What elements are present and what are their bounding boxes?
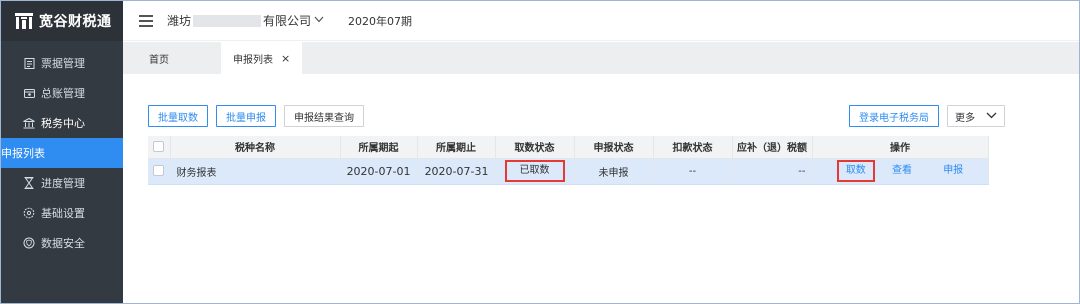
view-action-link[interactable]: 查看 xyxy=(892,165,912,176)
sidebar-item-label: 基础设置 xyxy=(41,207,85,220)
sidebar-menu: 票据管理 总账管理 税务中心 申报列表 进度管理 基础设置 数据安全 xyxy=(1,48,123,258)
tax-name-cell: 财务报表 xyxy=(170,158,341,185)
sidebar-item-ledger[interactable]: 总账管理 xyxy=(1,78,123,108)
hourglass-icon xyxy=(23,177,35,189)
sidebar-item-label: 税务中心 xyxy=(41,117,85,130)
chevron-down-icon xyxy=(986,111,997,122)
tax-office-icon xyxy=(23,117,35,129)
tab-label: 申报列表 xyxy=(233,54,273,66)
sidebar-item-settings[interactable]: 基础设置 xyxy=(1,198,123,228)
declare-status-cell: 未申报 xyxy=(574,158,654,185)
amount-cell: -- xyxy=(732,158,813,185)
select-all-cell[interactable] xyxy=(148,136,171,159)
select-all-checkbox[interactable] xyxy=(153,141,165,152)
col-header: 所属期起 xyxy=(340,136,418,159)
toolbar: 批量取数 批量申报 申报结果查询 xyxy=(148,105,372,127)
more-dropdown[interactable]: 更多 xyxy=(947,105,1005,127)
declare-table: 税种名称 所属期起 所属期止 取数状态 申报状态 扣款状态 应补（退）税额 操作… xyxy=(148,136,989,185)
batch-declare-button[interactable]: 批量申报 xyxy=(216,105,276,127)
row-select-cell[interactable] xyxy=(148,158,171,185)
sidebar-item-label: 申报列表 xyxy=(1,147,45,160)
col-header: 应补（退）税额 xyxy=(732,136,813,159)
company-name-suffix: 有限公司 xyxy=(263,14,312,28)
tab-home[interactable]: 首页 xyxy=(149,42,169,74)
tab-declare-list[interactable]: 申报列表 × xyxy=(221,42,303,74)
sidebar-item-tax-center[interactable]: 税务中心 xyxy=(1,108,123,138)
sidebar-item-label: 票据管理 xyxy=(41,57,85,70)
top-bar: 潍坊 有限公司 2020年07期 xyxy=(123,1,1079,41)
redacted-text xyxy=(193,14,262,27)
period-label: 2020年07期 xyxy=(348,14,413,28)
more-label: 更多 xyxy=(955,112,975,124)
sidebar-item-label: 总账管理 xyxy=(41,87,85,100)
sidebar-item-progress[interactable]: 进度管理 xyxy=(1,168,123,198)
sidebar-item-receipts[interactable]: 票据管理 xyxy=(1,48,123,78)
brand-name: 宽谷财税通 xyxy=(39,14,112,30)
declare-action-link[interactable]: 申报 xyxy=(943,165,963,176)
col-header: 扣款状态 xyxy=(653,136,733,159)
col-header: 所属期止 xyxy=(417,136,496,159)
gear-icon xyxy=(23,207,35,219)
company-selector[interactable]: 潍坊 有限公司 xyxy=(167,12,324,29)
col-header: 税种名称 xyxy=(170,136,341,159)
actions-cell: 取数 查看 申报 xyxy=(812,158,989,185)
col-header: 申报状态 xyxy=(574,136,654,159)
chevron-down-icon xyxy=(314,15,324,26)
fetch-status-cell: 已取数 xyxy=(495,158,575,185)
toolbar-right: 登录电子税务局 更多 xyxy=(849,105,1005,127)
col-header: 取数状态 xyxy=(495,136,575,159)
declare-result-query-button[interactable]: 申报结果查询 xyxy=(284,105,364,127)
sidebar: 宽谷财税通 票据管理 总账管理 税务中心 申报列表 进度管理 基础设置 数据安全 xyxy=(1,1,123,303)
company-name-prefix: 潍坊 xyxy=(167,14,192,28)
sidebar-item-declare-list[interactable]: 申报列表 xyxy=(1,138,123,168)
login-e-tax-button[interactable]: 登录电子税务局 xyxy=(849,105,939,127)
batch-fetch-button[interactable]: 批量取数 xyxy=(148,105,208,127)
ledger-icon xyxy=(23,87,35,99)
tab-bar: 首页 申报列表 × xyxy=(123,42,1079,74)
table-row[interactable]: 财务报表 2020-07-01 2020-07-31 已取数 未申报 -- --… xyxy=(148,158,989,185)
sidebar-item-label: 数据安全 xyxy=(41,237,85,250)
close-icon[interactable]: × xyxy=(281,52,290,65)
menu-toggle-icon[interactable] xyxy=(139,14,153,27)
receipt-icon xyxy=(23,57,35,69)
brand[interactable]: 宽谷财税通 xyxy=(1,1,123,41)
fetch-action-link[interactable]: 取数 xyxy=(836,160,875,182)
main-content: 批量取数 批量申报 申报结果查询 登录电子税务局 更多 税种名称 所属期起 所属… xyxy=(123,74,1079,303)
row-checkbox[interactable] xyxy=(153,165,165,177)
period-end-cell: 2020-07-31 xyxy=(417,158,496,185)
sidebar-item-label: 进度管理 xyxy=(41,177,85,190)
fetch-status-badge: 已取数 xyxy=(504,160,565,182)
shield-icon xyxy=(23,237,35,249)
deduct-status-cell: -- xyxy=(653,158,733,185)
table-header-row: 税种名称 所属期起 所属期止 取数状态 申报状态 扣款状态 应补（退）税额 操作 xyxy=(148,136,989,159)
period-start-cell: 2020-07-01 xyxy=(340,158,418,185)
sidebar-item-data-security[interactable]: 数据安全 xyxy=(1,228,123,258)
logo-icon xyxy=(15,13,33,29)
col-header: 操作 xyxy=(812,136,989,159)
